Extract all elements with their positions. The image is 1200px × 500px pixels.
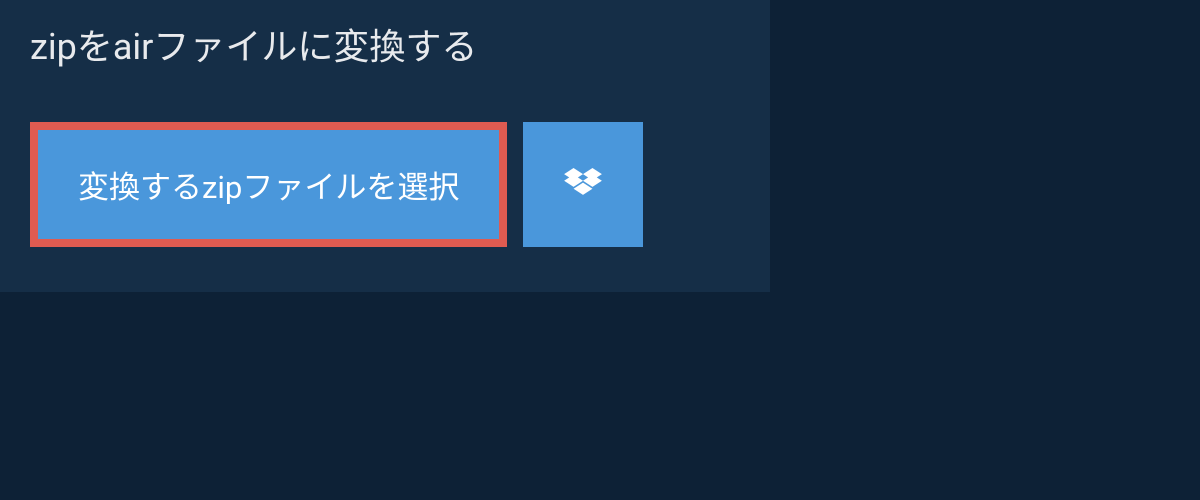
dropbox-icon [564, 168, 602, 202]
page-title: zipをairファイルに変換する [0, 0, 507, 92]
dropbox-button[interactable] [523, 122, 643, 247]
select-file-button[interactable]: 変換するzipファイルを選択 [30, 122, 507, 247]
button-row: 変換するzipファイルを選択 [0, 92, 770, 292]
converter-panel: zipをairファイルに変換する 変換するzipファイルを選択 [0, 0, 770, 292]
